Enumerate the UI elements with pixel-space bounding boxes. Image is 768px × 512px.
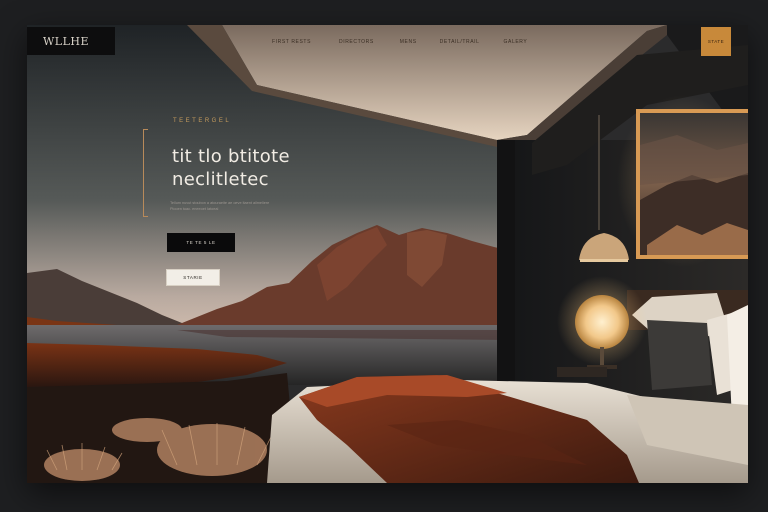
brand-logo[interactable]: WLLHE (27, 27, 115, 55)
hero-body-copy: Tellum nuvut stoubon a atouraeite ae oev… (170, 200, 320, 212)
hero-headline: tit tlo btitote neclitletec (172, 145, 290, 191)
nav-item-galery[interactable]: GALERY (504, 39, 528, 45)
nav-item-detail-trail[interactable]: DETAIL/TRAIL (440, 39, 480, 45)
hero-bracket-decoration (143, 129, 148, 217)
nav-item-first-rests[interactable]: FIRST RESTS (272, 39, 311, 45)
hero-secondary-button[interactable]: STARIE (166, 269, 220, 286)
header-cta-button[interactable]: STATE (701, 27, 731, 56)
hero-body-line-2: Plooen tuac. eneeoet Iatoeal (170, 207, 219, 211)
hero-scene-illustration (27, 25, 748, 483)
nav-item-mens[interactable]: MENS (400, 39, 417, 45)
nav-item-directors[interactable]: DIRECTORS (339, 39, 374, 45)
main-nav: FIRST RESTS DIRECTORS MENS DETAIL/TRAIL … (272, 39, 527, 45)
brand-logo-text: WLLHE (43, 34, 90, 48)
hero-primary-button[interactable]: TE TE 5 LE (167, 233, 235, 252)
hero-headline-line-2: neclitletec (172, 169, 269, 190)
hero-headline-line-1: tit tlo btitote (172, 146, 290, 167)
hotel-landing-page: WLLHE FIRST RESTS DIRECTORS MENS DETAIL/… (27, 25, 748, 483)
hero-eyebrow: TEETERGEL (173, 118, 232, 124)
